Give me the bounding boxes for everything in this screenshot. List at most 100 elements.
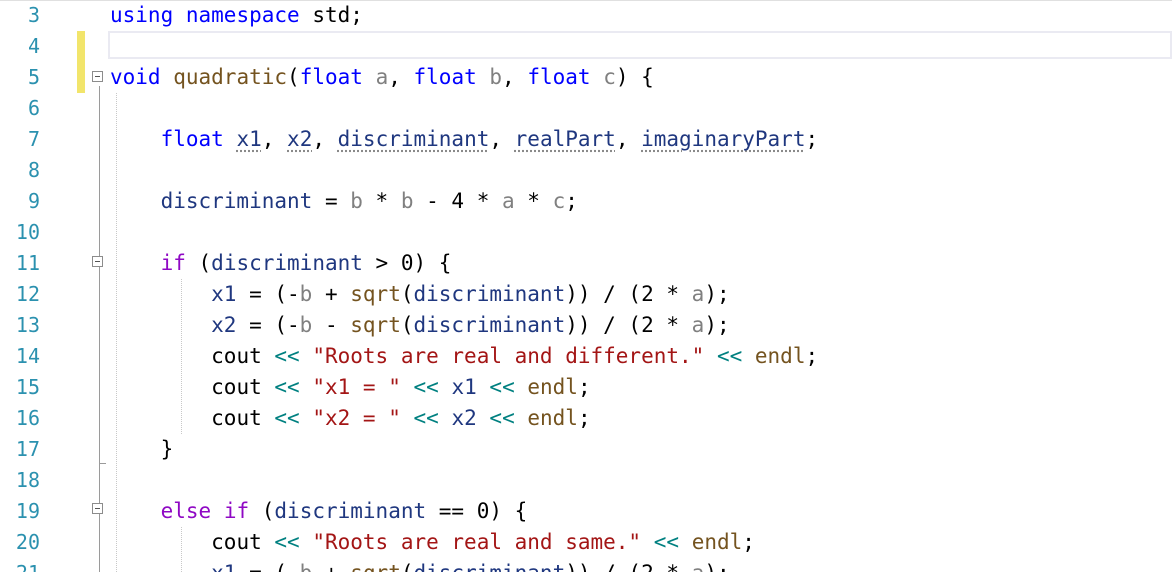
code-text[interactable]: else if (discriminant == 0) { — [110, 496, 528, 527]
line-number: 17 — [15, 437, 40, 461]
code-token: , — [388, 65, 414, 89]
code-token: b — [489, 65, 503, 89]
code-line[interactable]: 7 float x1, x2, discriminant, realPart, … — [0, 124, 1172, 155]
code-token: ; — [742, 530, 755, 554]
code-line[interactable]: 5 void quadratic(float a, float b, float … — [0, 62, 1172, 93]
code-token: , — [615, 127, 642, 151]
code-token: float — [160, 127, 224, 151]
code-token: ) { — [615, 65, 654, 89]
code-token: )) / (2 * — [565, 313, 692, 337]
code-text[interactable]: x1 = (-b + sqrt(discriminant)) / (2 * a)… — [110, 558, 729, 572]
code-token: a — [691, 282, 705, 306]
code-token: ( — [185, 251, 212, 275]
line-number: 19 — [15, 499, 40, 523]
code-line[interactable]: 20 cout << "Roots are real and same." <<… — [0, 527, 1172, 558]
code-text[interactable]: cout << "Roots are real and different." … — [110, 341, 818, 372]
code-line[interactable]: 16 cout << "x2 = " << x2 << endl; — [0, 403, 1172, 434]
code-token: )) / (2 * — [565, 282, 692, 306]
line-number: 18 — [15, 468, 40, 492]
code-token: x1 — [211, 561, 236, 572]
code-line[interactable]: 6 — [0, 93, 1172, 124]
code-line[interactable]: 3 using namespace std; — [0, 0, 1172, 31]
code-token: * — [514, 189, 553, 213]
code-token: a — [502, 189, 515, 213]
code-token: << — [274, 375, 300, 399]
code-line[interactable]: 8 — [0, 155, 1172, 186]
code-line[interactable]: 17 } — [0, 434, 1172, 465]
code-token: ; — [805, 127, 819, 151]
code-text[interactable]: x1 = (-b + sqrt(discriminant)) / (2 * a)… — [110, 279, 729, 310]
code-token: namespace — [185, 3, 300, 27]
code-token: b — [299, 313, 313, 337]
line-number: 3 — [27, 3, 40, 27]
code-token: , — [312, 127, 338, 151]
code-token: ( — [249, 499, 275, 523]
line-number: 15 — [15, 375, 40, 399]
code-token: float — [299, 65, 363, 89]
code-text[interactable]: cout << "Roots are real and same." << en… — [110, 527, 755, 558]
line-number: 4 — [27, 34, 40, 58]
code-line[interactable]: 9 discriminant = b * b - 4 * a * c; — [0, 186, 1172, 217]
code-token: b — [300, 561, 313, 572]
code-text[interactable]: cout << "x1 = " << x1 << endl; — [110, 372, 590, 403]
line-number: 21 — [0, 558, 40, 572]
code-token: "x1 = " — [312, 375, 401, 399]
code-token: ; — [805, 344, 819, 368]
code-token: "Roots are real and different." — [312, 344, 705, 368]
code-text[interactable]: void quadratic(float a, float b, float c… — [110, 62, 654, 93]
code-text[interactable]: float x1, x2, discriminant, realPart, im… — [110, 124, 819, 155]
code-token: , — [489, 127, 515, 151]
code-token: endl — [527, 375, 578, 399]
code-token: cout — [211, 375, 262, 399]
code-text[interactable]: discriminant = b * b - 4 * a * c; — [110, 186, 578, 217]
code-token: << — [653, 530, 680, 554]
code-token: "x2 = " — [312, 406, 401, 430]
code-token: b — [299, 282, 313, 306]
code-token: , — [502, 65, 528, 89]
code-line[interactable]: 21 x1 = (-b + sqrt(discriminant)) / (2 *… — [0, 558, 1172, 572]
code-text[interactable]: if (discriminant > 0) { — [110, 248, 452, 279]
code-line[interactable]: 13 x2 = (-b - sqrt(discriminant)) / (2 *… — [0, 310, 1172, 341]
code-line[interactable]: 14 cout << "Roots are real and different… — [0, 341, 1172, 372]
code-text[interactable]: cout << "x2 = " << x2 << endl; — [110, 403, 590, 434]
code-token: discriminant — [414, 561, 566, 572]
code-line[interactable]: 19 else if (discriminant == 0) { — [0, 496, 1172, 527]
code-text[interactable]: x2 = (-b - sqrt(discriminant)) / (2 * a)… — [110, 310, 729, 341]
code-line[interactable]: 4 — [0, 31, 1172, 62]
code-token: cout — [211, 344, 262, 368]
code-text[interactable]: } — [110, 434, 174, 465]
code-line[interactable]: 10 — [0, 217, 1172, 248]
code-token: endl — [754, 344, 806, 368]
code-text[interactable]: using namespace std; — [110, 0, 363, 31]
code-line[interactable]: 15 cout << "x1 = " << x1 << endl; — [0, 372, 1172, 403]
code-token: - 4 * — [413, 189, 502, 213]
code-token: float — [527, 65, 591, 89]
line-number: 9 — [27, 189, 40, 213]
code-line[interactable]: 12 x1 = (-b + sqrt(discriminant)) / (2 *… — [0, 279, 1172, 310]
code-line[interactable]: 11 if (discriminant > 0) { — [0, 248, 1172, 279]
code-token: std; — [299, 3, 363, 27]
code-token: endl — [527, 406, 578, 430]
code-token: discriminant — [211, 251, 363, 275]
code-editor[interactable]: 3 using namespace std; 4 5 void quadratic(fl… — [0, 0, 1172, 572]
code-line[interactable]: 18 — [0, 465, 1172, 496]
line-number: 16 — [15, 406, 40, 430]
